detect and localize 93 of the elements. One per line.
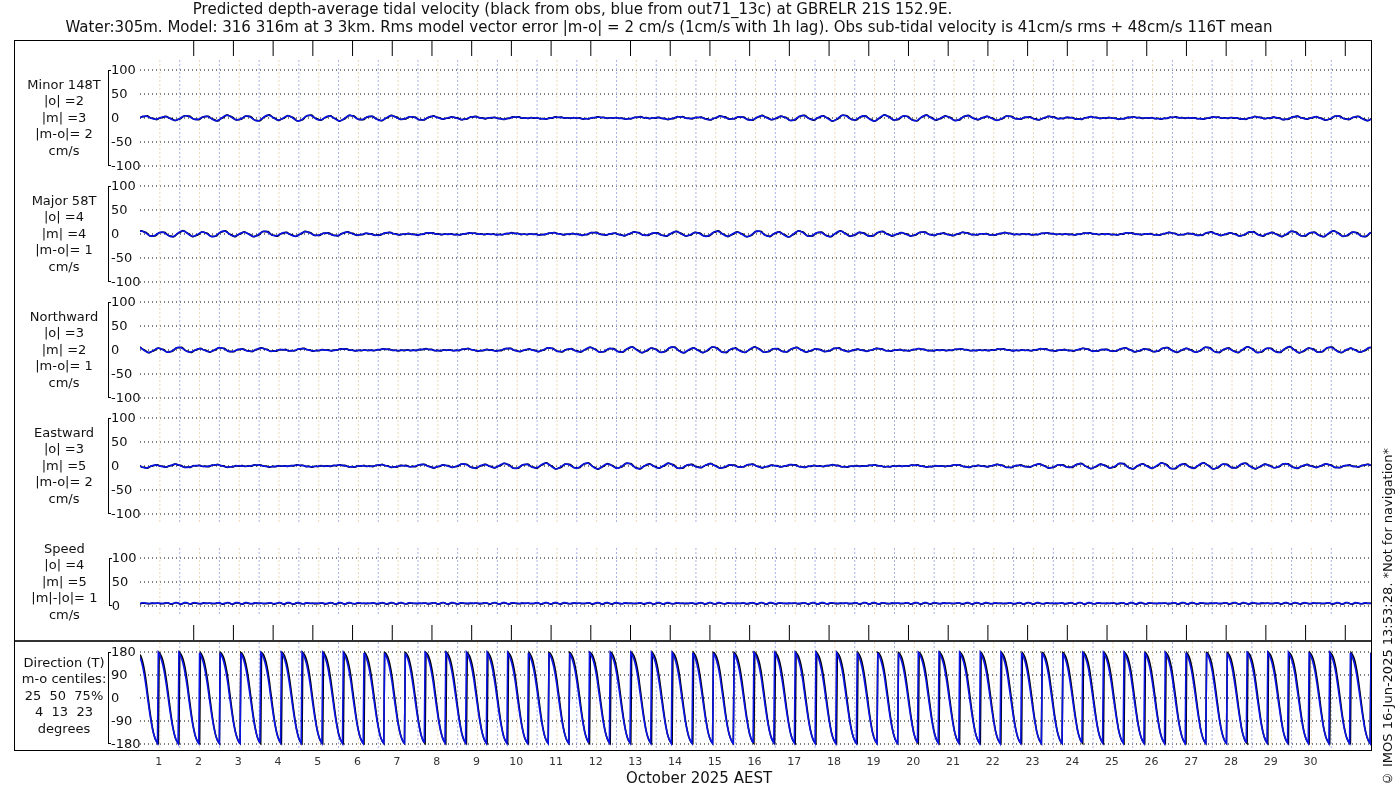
axis-label: 4 13 23 bbox=[35, 704, 93, 721]
day-label: 28 bbox=[1223, 755, 1239, 769]
day-label: 24 bbox=[1064, 755, 1081, 769]
tick-label: 100 bbox=[110, 179, 136, 193]
day-label: 20 bbox=[905, 755, 922, 769]
tick-label: 0 bbox=[110, 599, 120, 613]
day-label: 27 bbox=[1183, 755, 1200, 769]
axis-label: |o| =4 bbox=[44, 557, 85, 574]
axis-label: cm/s bbox=[48, 142, 80, 160]
axis-label: Minor 148T bbox=[27, 76, 101, 94]
day-label: 11 bbox=[547, 755, 564, 769]
day-label: 15 bbox=[706, 755, 723, 769]
day-label: 3 bbox=[233, 755, 243, 769]
day-label: 18 bbox=[825, 755, 842, 769]
tick-label: 90 bbox=[110, 668, 128, 682]
tick-label: -100 bbox=[110, 507, 141, 521]
axis-label: m-o centiles: bbox=[21, 671, 107, 688]
chart-title: Predicted depth-average tidal velocity (black from obs, blue from out71_13c) at GBRELR 21S 152.9E. bbox=[191, 0, 954, 18]
day-label: 26 bbox=[1143, 755, 1160, 769]
tick-label: 100 bbox=[110, 551, 137, 565]
tick-label: -100 bbox=[110, 391, 141, 405]
day-label: 29 bbox=[1262, 755, 1279, 769]
tick-label: -50 bbox=[110, 483, 133, 497]
axis-label: |m-o|= 2 bbox=[35, 474, 93, 491]
tick-label: 100 bbox=[110, 411, 136, 425]
tick-label: -50 bbox=[110, 367, 133, 381]
day-label: 10 bbox=[508, 755, 525, 769]
credit-note: © IMOS 16-Jun-2025 13:53:28. *Not for navigation* bbox=[1380, 447, 1395, 786]
axis-label: |m|-|o|= 1 bbox=[31, 590, 98, 607]
tick-label: 50 bbox=[110, 435, 128, 449]
day-label: 19 bbox=[865, 755, 882, 769]
axis-label: cm/s bbox=[48, 490, 80, 508]
day-label: 7 bbox=[392, 755, 402, 769]
axis-label: cm/s bbox=[48, 606, 80, 624]
axis-label: Major 58T bbox=[31, 192, 97, 210]
axis-label: |m| =2 bbox=[41, 341, 87, 359]
axis-label: |o| =3 bbox=[44, 325, 84, 342]
tick-label: 50 bbox=[110, 203, 128, 217]
axis-label: |m-o|= 1 bbox=[35, 242, 93, 259]
day-label: 1 bbox=[154, 755, 164, 769]
chart-subtitle: Water:305m. Model: 316 316m at 3 3km. Rms model vector error |m-o| = 2 cm/s (1cm/s with 1h lag). Obs sub-tidal velocity is 41cm/s rms + 48cm/s 116T mean bbox=[64, 18, 1274, 36]
axis-title: October 2025 AEST bbox=[624, 769, 774, 787]
axis-label: cm/s bbox=[48, 258, 80, 276]
axis-label: Speed bbox=[43, 540, 85, 558]
tick-label: -100 bbox=[110, 275, 141, 289]
axis-label: Eastward bbox=[34, 424, 94, 442]
day-label: 8 bbox=[432, 755, 442, 769]
axis-label: |m| =5 bbox=[42, 573, 87, 591]
tick-label: -50 bbox=[110, 251, 133, 265]
tick-label: 50 bbox=[110, 319, 128, 333]
axis-label: cm/s bbox=[48, 374, 80, 392]
tick-label: 180 bbox=[110, 645, 136, 659]
y-axis-line bbox=[108, 558, 112, 606]
day-label: 16 bbox=[746, 755, 763, 769]
axis-label: |o| =4 bbox=[44, 209, 84, 226]
axis-label: |m| =3 bbox=[41, 109, 87, 127]
day-label: 9 bbox=[472, 755, 481, 769]
tick-label: 0 bbox=[110, 343, 120, 357]
day-label: 4 bbox=[273, 755, 283, 769]
tick-label: 0 bbox=[110, 691, 120, 705]
axis-label: |o| =2 bbox=[44, 93, 84, 110]
day-label: 14 bbox=[667, 755, 684, 769]
tick-label: -50 bbox=[110, 135, 133, 149]
day-label: 12 bbox=[587, 755, 604, 769]
tick-label: -90 bbox=[110, 714, 133, 728]
tick-label: 50 bbox=[110, 575, 129, 589]
day-label: 17 bbox=[786, 755, 803, 769]
tick-label: 100 bbox=[110, 295, 136, 309]
tick-label: -100 bbox=[110, 159, 141, 173]
day-label: 25 bbox=[1103, 755, 1120, 769]
day-label: 6 bbox=[352, 755, 362, 769]
axis-label: |m-o|= 2 bbox=[35, 126, 93, 143]
day-label: 5 bbox=[313, 755, 323, 769]
axis-label: degrees bbox=[37, 720, 91, 738]
axis-label: |o| =3 bbox=[44, 441, 84, 458]
axis-label: Direction (T) bbox=[23, 654, 105, 672]
axis-label: Northward bbox=[29, 308, 99, 326]
axis-label: |m-o|= 1 bbox=[35, 358, 93, 375]
tick-label: 0 bbox=[110, 111, 120, 125]
axis-label: |m| =4 bbox=[41, 225, 87, 243]
tick-label: 50 bbox=[110, 87, 128, 101]
axis-label: 25 50 75% bbox=[24, 687, 104, 705]
day-label: 22 bbox=[984, 755, 1001, 769]
day-label: 13 bbox=[627, 755, 644, 769]
tick-label: 0 bbox=[110, 227, 120, 241]
day-label: 2 bbox=[194, 755, 204, 769]
day-label: 23 bbox=[1024, 755, 1041, 769]
tick-label: -180 bbox=[110, 737, 141, 751]
day-label: 30 bbox=[1302, 755, 1319, 769]
axis-label: |m| =5 bbox=[41, 457, 87, 475]
tick-label: 0 bbox=[110, 459, 120, 473]
day-label: 21 bbox=[945, 755, 962, 769]
tick-label: 100 bbox=[110, 63, 136, 77]
